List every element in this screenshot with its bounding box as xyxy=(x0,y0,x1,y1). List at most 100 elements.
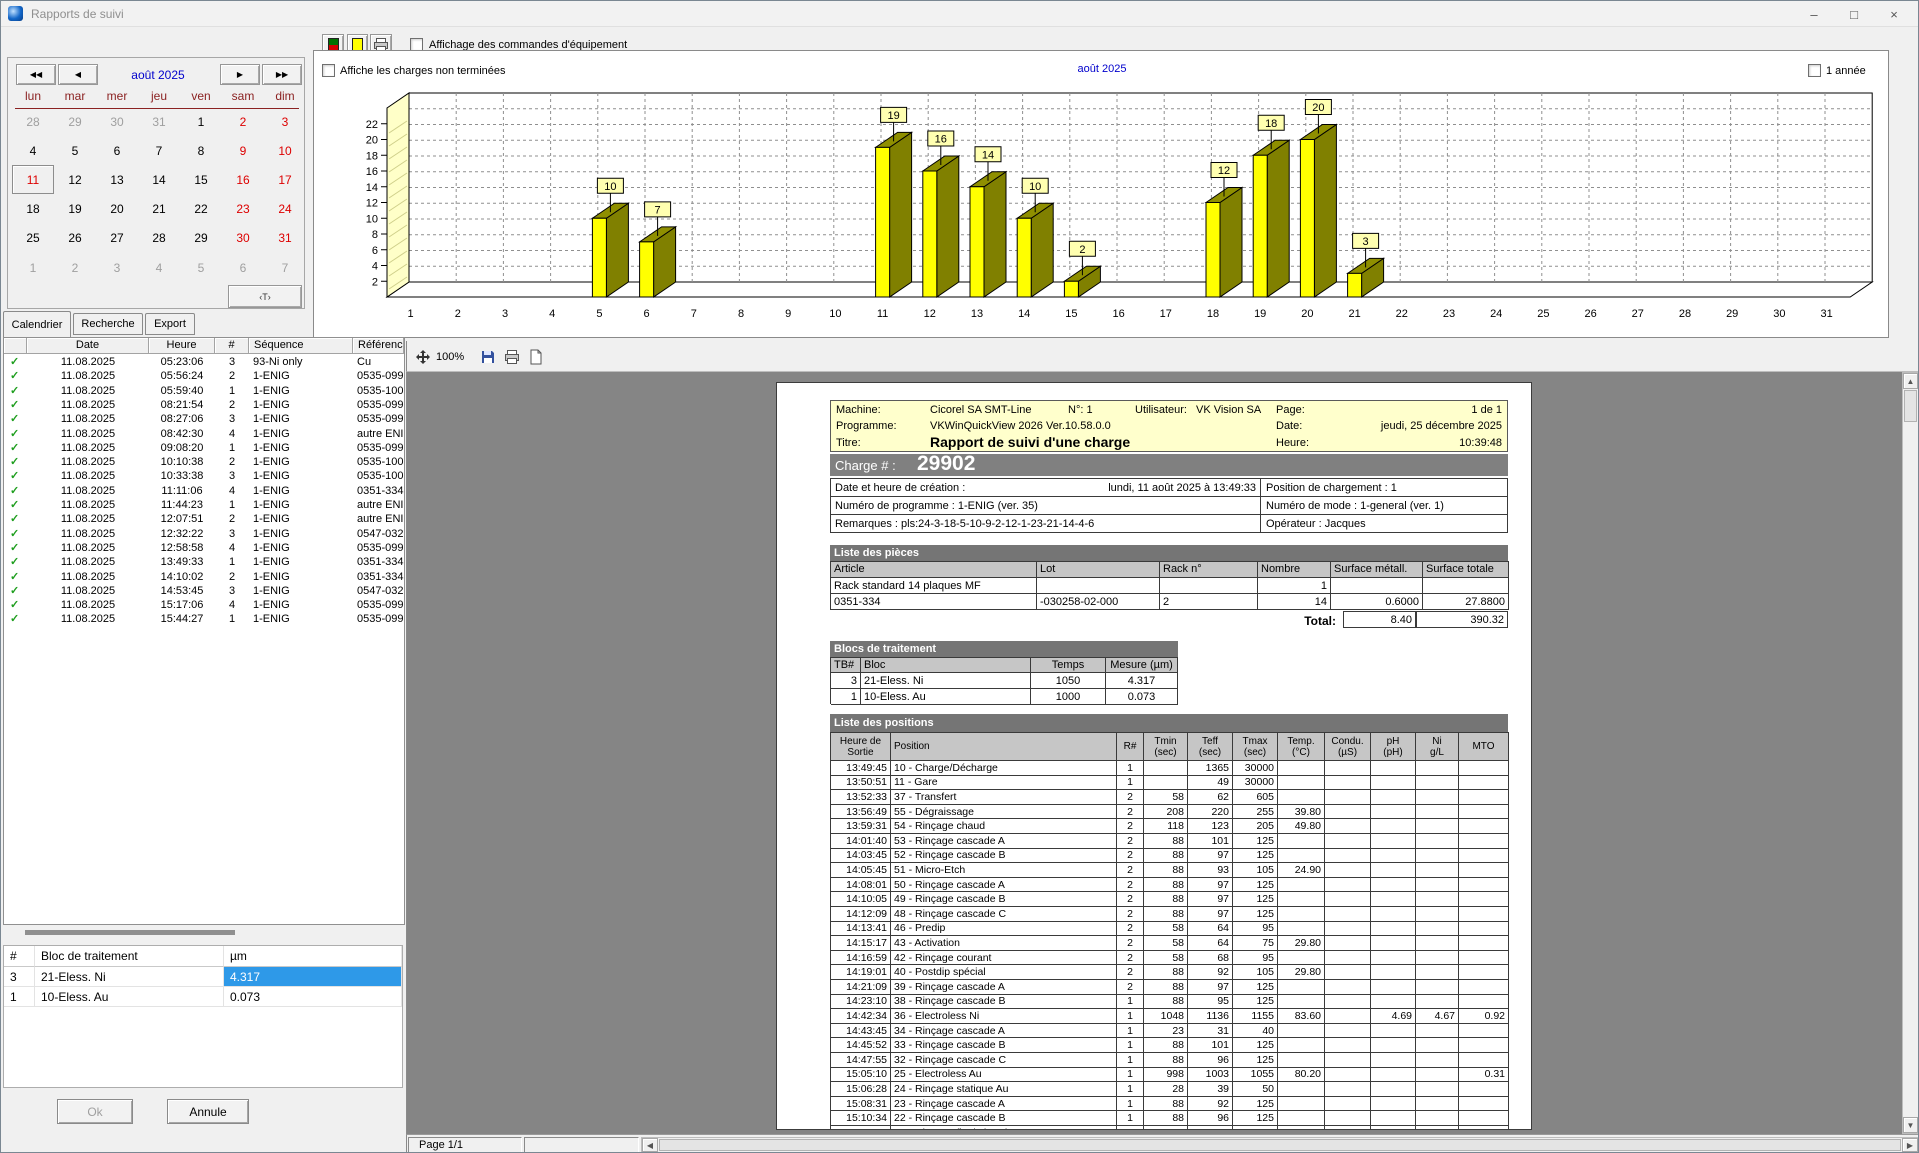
calendar-day[interactable]: 12 xyxy=(54,165,96,194)
record-row[interactable]: ✓11.08.202513:49:3311-ENIG0351-334 xyxy=(4,555,404,569)
record-row[interactable]: ✓11.08.202510:33:3831-ENIG0535-100 xyxy=(4,469,404,483)
record-row[interactable]: ✓11.08.202510:10:3821-ENIG0535-100 xyxy=(4,455,404,469)
treatment-cell[interactable]: 10-Eless. Au xyxy=(35,987,224,1007)
horizontal-scroll-thumb[interactable] xyxy=(659,1139,1901,1151)
calendar-day[interactable]: 8 xyxy=(180,136,222,165)
panel-splitter[interactable] xyxy=(25,930,235,935)
close-button[interactable]: × xyxy=(1877,4,1911,24)
calendar-day[interactable]: 13 xyxy=(96,165,138,194)
prev-month-button[interactable]: ◀ xyxy=(58,64,98,85)
tab-recherche[interactable]: Recherche xyxy=(73,313,143,335)
calendar-day[interactable]: 10 xyxy=(264,136,306,165)
record-row[interactable]: ✓11.08.202512:32:2231-ENIG0547-032 xyxy=(4,527,404,541)
calendar-day[interactable]: 6 xyxy=(222,253,264,282)
scroll-left-button[interactable]: ◀ xyxy=(642,1138,658,1152)
calendar-day[interactable]: 18 xyxy=(12,195,54,224)
calendar-day[interactable]: 26 xyxy=(54,224,96,253)
tab-export[interactable]: Export xyxy=(145,313,195,335)
calendar-day[interactable]: 31 xyxy=(138,107,180,136)
print-report-icon[interactable] xyxy=(504,349,520,365)
calendar-day[interactable]: 14 xyxy=(138,165,180,194)
vertical-scroll-thumb[interactable] xyxy=(1904,390,1917,422)
cancel-button[interactable]: Annule xyxy=(167,1099,249,1124)
chart-bar[interactable]: 7 xyxy=(640,202,676,297)
treatment-cell[interactable]: 1 xyxy=(4,987,35,1007)
calendar-day[interactable]: 2 xyxy=(54,253,96,282)
calendar-day[interactable]: 21 xyxy=(138,195,180,224)
record-row[interactable]: ✓11.08.202508:27:0631-ENIG0535-099 xyxy=(4,412,404,426)
calendar-day[interactable]: 17 xyxy=(264,165,306,194)
records-header-cell[interactable]: # xyxy=(215,338,249,354)
scroll-up-button[interactable]: ▲ xyxy=(1903,373,1918,389)
record-row[interactable]: ✓11.08.202512:58:5841-ENIG0535-099 xyxy=(4,541,404,555)
treatment-header-cell[interactable]: µm xyxy=(224,946,402,967)
horizontal-scrollbar[interactable]: ◀ ▶ xyxy=(641,1137,1919,1153)
calendar-day[interactable]: 11 xyxy=(12,165,54,194)
calendar-day[interactable]: 19 xyxy=(54,195,96,224)
calendar-day[interactable]: 30 xyxy=(222,224,264,253)
record-row[interactable]: ✓11.08.202508:42:3041-ENIGautre ENIG xyxy=(4,427,404,441)
prev-year-button[interactable]: ◀◀ xyxy=(16,64,56,85)
calendar-day[interactable]: 25 xyxy=(12,224,54,253)
calendar-day[interactable]: 7 xyxy=(138,136,180,165)
next-month-button[interactable]: ▶ xyxy=(220,64,260,85)
record-row[interactable]: ✓11.08.202512:07:5121-ENIGautre ENIG xyxy=(4,512,404,526)
record-row[interactable]: ✓11.08.202514:10:0221-ENIG0351-334 xyxy=(4,570,404,584)
record-row[interactable]: ✓11.08.202515:44:2711-ENIG0535-099 xyxy=(4,612,404,626)
calendar-day[interactable]: 28 xyxy=(138,224,180,253)
calendar-day[interactable]: 7 xyxy=(264,253,306,282)
calendar-day[interactable]: 5 xyxy=(54,136,96,165)
calendar-day[interactable]: 15 xyxy=(180,165,222,194)
records-header-cell[interactable]: Séquence xyxy=(249,338,353,354)
vertical-scrollbar[interactable]: ▲ ▼ xyxy=(1902,372,1919,1134)
calendar-day[interactable]: 23 xyxy=(222,195,264,224)
maximize-button[interactable]: □ xyxy=(1837,4,1871,24)
today-button[interactable]: ‹T› xyxy=(228,285,302,308)
record-row[interactable]: ✓11.08.202511:44:2311-ENIGautre ENIG xyxy=(4,498,404,512)
record-row[interactable]: ✓11.08.202505:23:06393-Ni onlyCu xyxy=(4,355,404,369)
records-header-cell[interactable]: Date xyxy=(27,338,149,354)
ok-button[interactable]: Ok xyxy=(57,1099,133,1124)
treatment-cell[interactable]: 0.073 xyxy=(224,987,402,1007)
calendar-day[interactable]: 31 xyxy=(264,224,306,253)
treatment-cell[interactable]: 3 xyxy=(4,967,35,987)
zoom-level[interactable]: 100% xyxy=(436,351,464,363)
treatment-header-cell[interactable]: Bloc de traitement xyxy=(35,946,224,967)
calendar-day[interactable]: 9 xyxy=(222,136,264,165)
calendar-day[interactable]: 3 xyxy=(96,253,138,282)
calendar-day[interactable]: 29 xyxy=(180,224,222,253)
tab-calendrier[interactable]: Calendrier xyxy=(3,311,71,337)
treatment-cell[interactable]: 21-Eless. Ni xyxy=(35,967,224,987)
calendar-day[interactable]: 5 xyxy=(180,253,222,282)
pan-icon[interactable] xyxy=(415,349,431,365)
calendar-day[interactable]: 4 xyxy=(12,136,54,165)
calendar-day[interactable]: 22 xyxy=(180,195,222,224)
scroll-down-button[interactable]: ▼ xyxy=(1903,1117,1918,1133)
record-row[interactable]: ✓11.08.202511:11:0641-ENIG0351-334 xyxy=(4,484,404,498)
record-row[interactable]: ✓11.08.202505:56:2421-ENIG0535-099 xyxy=(4,369,404,383)
calendar-day[interactable]: 4 xyxy=(138,253,180,282)
record-row[interactable]: ✓11.08.202509:08:2011-ENIG0535-099 xyxy=(4,441,404,455)
record-row[interactable]: ✓11.08.202514:53:4531-ENIG0547-032 xyxy=(4,584,404,598)
calendar-day[interactable]: 1 xyxy=(180,107,222,136)
treatment-cell[interactable]: 4.317 xyxy=(224,967,402,987)
records-header-cell[interactable]: Référence xyxy=(353,338,404,354)
calendar-day[interactable]: 20 xyxy=(96,195,138,224)
treatment-header-cell[interactable]: # xyxy=(4,946,35,967)
records-header-cell[interactable] xyxy=(4,338,27,354)
calendar-day[interactable]: 6 xyxy=(96,136,138,165)
minimize-button[interactable]: – xyxy=(1797,4,1831,24)
record-row[interactable]: ✓11.08.202515:17:0641-ENIG0535-099 xyxy=(4,598,404,612)
calendar-day[interactable]: 28 xyxy=(12,107,54,136)
new-document-icon[interactable] xyxy=(528,349,544,365)
calendar-day[interactable]: 3 xyxy=(264,107,306,136)
calendar-day[interactable]: 2 xyxy=(222,107,264,136)
calendar-day[interactable]: 27 xyxy=(96,224,138,253)
calendar-day[interactable]: 30 xyxy=(96,107,138,136)
scroll-right-button[interactable]: ▶ xyxy=(1902,1138,1918,1152)
records-header-cell[interactable]: Heure xyxy=(149,338,215,354)
next-year-button[interactable]: ▶▶ xyxy=(262,64,302,85)
calendar-day[interactable]: 16 xyxy=(222,165,264,194)
record-row[interactable]: ✓11.08.202505:59:4011-ENIG0535-100 xyxy=(4,384,404,398)
record-row[interactable]: ✓11.08.202508:21:5421-ENIG0535-099 xyxy=(4,398,404,412)
